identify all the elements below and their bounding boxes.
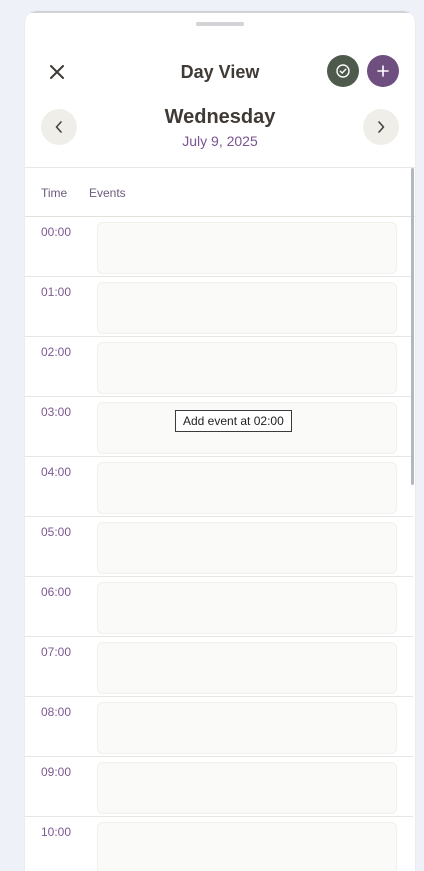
close-button[interactable] xyxy=(44,59,70,85)
next-day-button[interactable] xyxy=(363,109,399,145)
drag-handle[interactable] xyxy=(196,22,244,26)
hour-label: 08:00 xyxy=(41,705,72,719)
hour-row: 05:00 xyxy=(25,517,413,577)
event-slot[interactable] xyxy=(97,222,397,274)
check-circle-icon xyxy=(336,64,350,78)
hour-label: 04:00 xyxy=(41,465,72,479)
add-event-button[interactable] xyxy=(367,55,399,87)
event-slot[interactable] xyxy=(97,462,397,514)
add-event-tooltip: Add event at 02:00 xyxy=(175,410,292,432)
hour-label: 07:00 xyxy=(41,645,72,659)
hour-row: 01:00 xyxy=(25,277,413,337)
hour-row: 06:00 xyxy=(25,577,413,637)
event-slot[interactable] xyxy=(97,342,397,394)
chevron-right-icon xyxy=(378,121,385,133)
day-view-sheet: Day View Wednesday July 9, 2025 Time Eve… xyxy=(25,11,415,871)
event-slot[interactable] xyxy=(97,642,397,694)
day-date: July 9, 2025 xyxy=(182,133,258,149)
sheet-top-edge xyxy=(25,11,415,13)
hour-row: 02:00 xyxy=(25,337,413,397)
scrollbar-thumb[interactable] xyxy=(411,168,414,485)
event-slot[interactable] xyxy=(97,822,397,871)
event-slot[interactable] xyxy=(97,522,397,574)
previous-day-button[interactable] xyxy=(41,109,77,145)
event-slot[interactable] xyxy=(97,762,397,814)
event-slot[interactable] xyxy=(97,582,397,634)
time-column-header: Time xyxy=(41,186,68,200)
hour-timeline: 00:00 01:00 02:00 03:00 04:00 05:00 06:00 07:00… xyxy=(25,217,413,871)
hour-label: 05:00 xyxy=(41,525,72,539)
close-icon xyxy=(50,65,64,79)
hour-row: 09:00 xyxy=(25,757,413,817)
hour-row: 00:00 xyxy=(25,217,413,277)
hour-row: 07:00 xyxy=(25,637,413,697)
events-column-header: Events xyxy=(89,186,126,200)
hour-row: 08:00 xyxy=(25,697,413,757)
event-slot[interactable] xyxy=(97,702,397,754)
hour-label: 03:00 xyxy=(41,405,72,419)
hour-label: 02:00 xyxy=(41,345,72,359)
chevron-left-icon xyxy=(55,121,62,133)
header-divider xyxy=(25,167,415,168)
hour-label: 10:00 xyxy=(41,825,72,839)
plus-icon xyxy=(377,65,389,77)
page-title: Day View xyxy=(180,62,260,82)
day-weekday: Wednesday xyxy=(164,106,276,128)
hour-label: 06:00 xyxy=(41,585,72,599)
complete-button[interactable] xyxy=(327,55,359,87)
hour-label: 01:00 xyxy=(41,285,72,299)
hour-label: 00:00 xyxy=(41,225,72,239)
event-slot[interactable] xyxy=(97,282,397,334)
hour-row: 04:00 xyxy=(25,457,413,517)
hour-row: 10:00 xyxy=(25,817,413,871)
hour-label: 09:00 xyxy=(41,765,72,779)
